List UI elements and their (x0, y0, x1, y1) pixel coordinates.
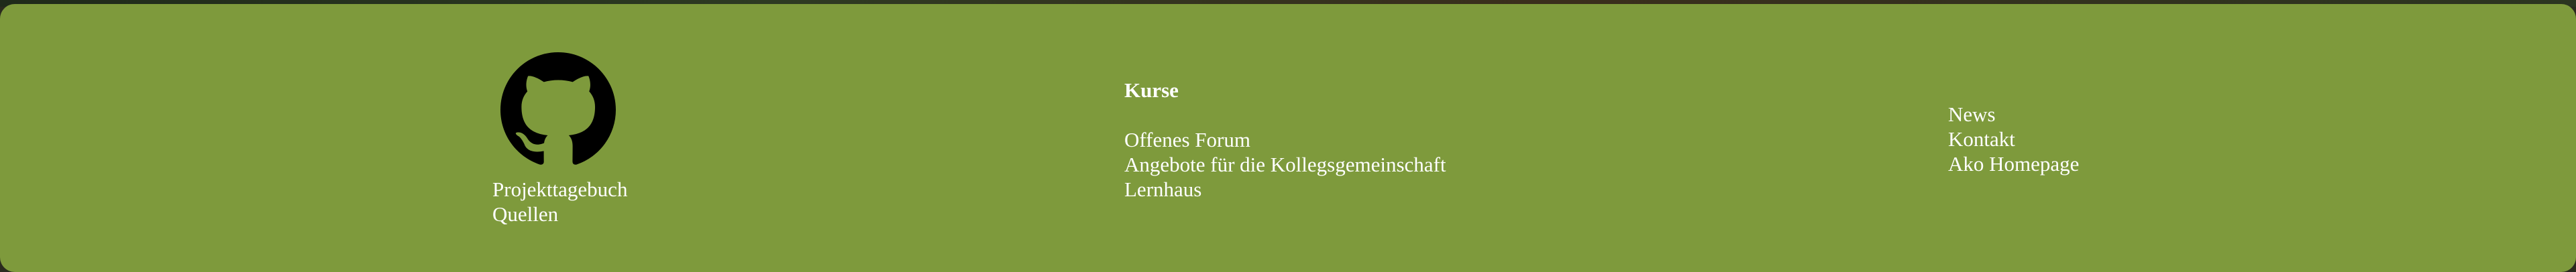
footer-link-angebote[interactable]: Angebote für die Kollegsgemeinschaft (1124, 152, 1446, 177)
footer-right-links: News Kontakt Ako Homepage (1948, 102, 2079, 176)
footer-kurse-links: Offenes Forum Angebote für die Kollegsge… (1124, 127, 1446, 202)
footer-link-offenes-forum[interactable]: Offenes Forum (1124, 127, 1446, 152)
footer-link-projekttagebuch[interactable]: Projekttagebuch (492, 177, 627, 202)
link-label[interactable]: Projekttagebuch (492, 178, 627, 201)
link-label[interactable]: Lernhaus (1124, 178, 1201, 201)
footer-link-news[interactable]: News (1948, 102, 2079, 127)
footer-column-right: News Kontakt Ako Homepage (1948, 102, 2079, 176)
footer-link-lernhaus[interactable]: Lernhaus (1124, 177, 1446, 202)
link-label[interactable]: Ako Homepage (1948, 152, 2079, 176)
link-label[interactable]: Kontakt (1948, 127, 2015, 151)
site-footer: Projekttagebuch Quellen Kurse Offenes Fo… (0, 4, 2576, 272)
footer-link-kontakt[interactable]: Kontakt (1948, 127, 2079, 151)
github-icon[interactable] (500, 50, 616, 170)
footer-left-links: Projekttagebuch Quellen (492, 177, 627, 226)
footer-heading-kurse: Kurse (1124, 78, 1179, 102)
link-label[interactable]: Angebote für die Kollegsgemeinschaft (1124, 153, 1446, 176)
footer-column-kurse: Kurse Offenes Forum Angebote für die Kol… (1124, 78, 1446, 202)
footer-column-left: Projekttagebuch Quellen (492, 50, 627, 226)
footer-link-ako-homepage[interactable]: Ako Homepage (1948, 151, 2079, 176)
link-label[interactable]: Offenes Forum (1124, 128, 1250, 151)
footer-link-quellen[interactable]: Quellen (492, 202, 627, 226)
link-label[interactable]: News (1948, 103, 1996, 126)
link-label[interactable]: Quellen (492, 202, 558, 226)
